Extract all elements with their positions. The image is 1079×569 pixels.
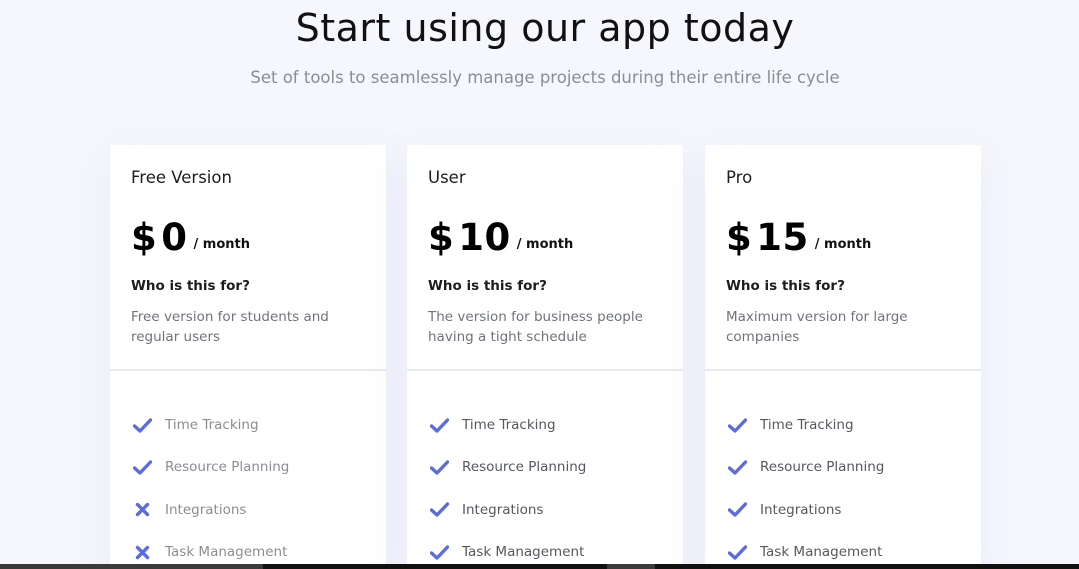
plan-name: User	[428, 168, 466, 187]
pricing-section: Start using our app today Set of tools t…	[0, 0, 1079, 569]
price-period: / month	[814, 237, 872, 252]
feature-label: Time Tracking	[462, 417, 556, 434]
feature-item: Time Tracking	[428, 404, 683, 446]
check-icon	[726, 501, 748, 519]
page-subtitle: Set of tools to seamlessly manage projec…	[250, 68, 840, 87]
price-period: / month	[193, 237, 250, 252]
price-row: $10 / month	[428, 208, 662, 258]
feature-label: Integrations	[760, 501, 842, 518]
feature-label: Integrations	[462, 501, 544, 518]
feature-label: Resource Planning	[462, 459, 587, 476]
feature-item: Time Tracking	[131, 404, 386, 446]
feature-item: Time Tracking	[726, 404, 981, 446]
feature-item: Resource Planning	[428, 446, 683, 488]
feature-label: Task Management	[760, 544, 883, 561]
plan-card-user[interactable]: User $10 / month Who is this for? The ve…	[407, 145, 683, 569]
price-currency: $	[726, 216, 753, 259]
feature-label: Task Management	[462, 544, 585, 561]
plan-card-pro[interactable]: Pro $15 / month Who is this for? Maximum…	[705, 145, 981, 569]
feature-label: Resource Planning	[760, 459, 885, 476]
price-currency: $	[131, 216, 158, 259]
plan-card-header: User $10 / month Who is this for? The ve…	[407, 145, 683, 371]
plan-card-header: Free Version $0 / month Who is this for?…	[110, 145, 386, 371]
price-amount: 0	[161, 216, 188, 259]
feature-label: Time Tracking	[760, 417, 854, 434]
feature-item: Resource Planning	[726, 446, 981, 488]
price-period: / month	[516, 237, 574, 252]
price-row: $15 / month	[726, 208, 960, 258]
price-currency: $	[428, 216, 455, 259]
check-icon	[428, 416, 450, 434]
page-title: Start using our app today	[295, 6, 795, 50]
check-icon	[726, 543, 748, 561]
plan-name: Pro	[726, 168, 753, 187]
check-icon	[131, 458, 153, 476]
cross-icon	[131, 501, 153, 519]
plan-description: Free version for students and regular us…	[131, 309, 329, 345]
check-icon	[428, 458, 450, 476]
audience-label: Who is this for?	[726, 278, 845, 294]
feature-list: Time Tracking Resource Planning Integratio…	[407, 371, 683, 569]
scrollbar-segment	[607, 564, 655, 569]
feature-list: Time Tracking Resource Planning Integratio…	[705, 371, 981, 569]
feature-list: Time Tracking Resource Planning Integratio…	[110, 371, 386, 569]
feature-item: Integrations	[726, 489, 981, 531]
price-amount: 15	[756, 216, 809, 259]
feature-label: Time Tracking	[165, 417, 259, 434]
plan-card-free[interactable]: Free Version $0 / month Who is this for?…	[110, 145, 386, 569]
feature-label: Integrations	[165, 501, 247, 518]
check-icon	[726, 416, 748, 434]
audience-label: Who is this for?	[428, 278, 547, 294]
check-icon	[726, 458, 748, 476]
scrollbar-segment	[0, 564, 263, 569]
check-icon	[428, 543, 450, 561]
check-icon	[131, 416, 153, 434]
plan-description: Maximum version for large companies	[726, 309, 908, 345]
price-row: $0 / month	[131, 208, 365, 258]
plan-name: Free Version	[131, 168, 232, 187]
feature-item: Resource Planning	[131, 446, 386, 488]
feature-item: Integrations	[428, 489, 683, 531]
plan-description: The version for business people having a…	[428, 309, 643, 345]
plan-card-header: Pro $15 / month Who is this for? Maximum…	[705, 145, 981, 371]
bottom-scrollbar[interactable]	[0, 564, 1079, 569]
cross-icon	[131, 543, 153, 561]
price-amount: 10	[458, 216, 511, 259]
feature-label: Resource Planning	[165, 459, 290, 476]
feature-label: Task Management	[165, 544, 288, 561]
check-icon	[428, 501, 450, 519]
feature-item: Integrations	[131, 489, 386, 531]
audience-label: Who is this for?	[131, 278, 250, 294]
